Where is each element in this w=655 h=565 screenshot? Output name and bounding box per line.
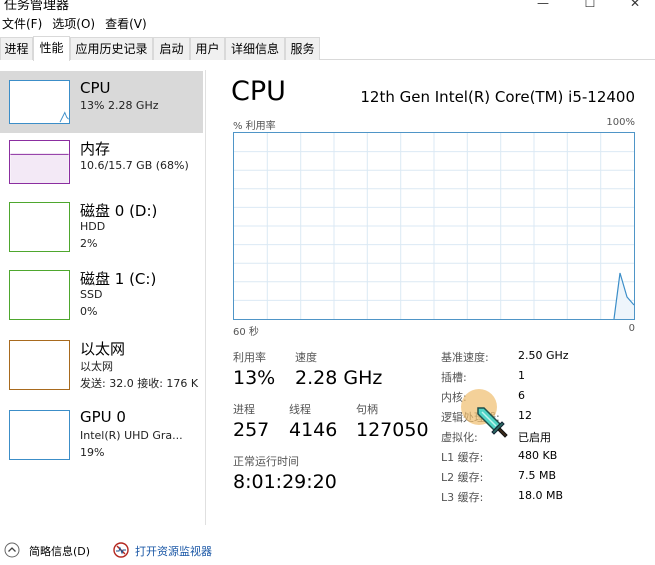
ethernet-thumbnail [9,340,70,390]
menu-options[interactable]: 选项(O) [50,14,99,34]
menu-bar: 文件(F) 选项(O) 查看(V) [0,14,655,34]
base-speed-value: 2.50 GHz [518,349,569,362]
speed-value: 2.28 GHz [295,367,383,389]
sidebar-item-title: 磁盘 0 (D:) [80,202,158,220]
virtualization-label: 虚拟化: [441,431,478,444]
open-resource-monitor-link[interactable]: 打开资源监视器 [135,543,212,559]
processes-label: 进程 [233,403,255,416]
page-title: CPU [231,76,286,107]
minimize-button[interactable]: — [523,0,563,10]
sidebar-item-value: 0% [80,305,98,318]
sidebar-item-type: SSD [80,288,103,301]
tab-services[interactable]: 服务 [285,37,320,60]
sidebar-item-title: GPU 0 [80,408,126,426]
tab-processes[interactable]: 进程 [0,37,33,60]
sidebar-item-value: 发送: 32.0 接收: 176 K [80,377,199,390]
menu-file[interactable]: 文件(F) [0,14,46,34]
l2-cache-label: L2 缓存: [441,471,484,484]
cpu-model-name: 12th Gen Intel(R) Core(TM) i5-12400 [360,88,635,106]
sidebar-item-memory[interactable]: 内存 10.6/15.7 GB (68%) [0,138,203,200]
sidebar-item-value: 10.6/15.7 GB (68%) [80,159,189,172]
tab-users[interactable]: 用户 [190,37,225,60]
base-speed-label: 基准速度: [441,351,489,364]
l3-cache-label: L3 缓存: [441,491,484,504]
utilization-value: 13% [233,367,276,389]
sidebar-item-title: 内存 [80,140,111,158]
gpu-thumbnail [9,410,70,460]
resource-monitor-icon [113,542,129,558]
uptime-value: 8:01:29:20 [233,471,337,493]
graph-time-span: 60 秒 [233,327,259,338]
handles-value: 127050 [356,419,429,441]
sidebar-item-value: 2% [80,237,98,250]
tab-details[interactable]: 详细信息 [225,37,285,60]
sidebar-item-disk-1[interactable]: 磁盘 1 (C:) SSD 0% [0,270,203,332]
memory-thumbnail [9,140,70,184]
speed-label: 速度 [295,351,317,364]
tab-startup[interactable]: 启动 [153,37,190,60]
menu-view[interactable]: 查看(V) [103,14,151,34]
threads-label: 线程 [289,403,311,416]
cpu-thumbnail [9,80,70,124]
sidebar-item-value: 13% 2.28 GHz [80,99,159,112]
tab-performance[interactable]: 性能 [33,36,70,61]
maximize-button[interactable]: ☐ [570,0,610,10]
sidebar-item-adapter: 以太网 [80,360,113,373]
sockets-value: 1 [518,369,525,382]
close-button[interactable]: ✕ [615,0,655,10]
resource-sidebar: CPU 13% 2.28 GHz 内存 10.6/15.7 GB (68%) 磁… [0,70,203,525]
collapse-chevron-icon[interactable] [4,542,20,558]
sidebar-item-disk-0[interactable]: 磁盘 0 (D:) HDD 2% [0,200,203,262]
l3-cache-value: 18.0 MB [518,489,564,502]
utilization-label: 利用率 [233,351,266,364]
l1-cache-value: 480 KB [518,449,558,462]
graph-y-max: 100% [606,117,635,128]
sidebar-item-value: 19% [80,446,105,459]
disk0-thumbnail [9,202,70,252]
sidebar-item-title: 磁盘 1 (C:) [80,270,157,288]
disk1-thumbnail [9,270,70,320]
cpu-detail-panel: CPU 12th Gen Intel(R) Core(TM) i5-12400 … [206,70,655,530]
sidebar-item-gpu[interactable]: GPU 0 Intel(R) UHD Gra... 19% [0,408,203,470]
sidebar-item-cpu[interactable]: CPU 13% 2.28 GHz [0,71,203,133]
sidebar-item-title: 以太网 [80,340,126,358]
handles-label: 句柄 [356,403,378,416]
virtualization-value: 已启用 [518,431,551,444]
graph-y-label: % 利用率 [233,121,276,132]
sockets-label: 插槽: [441,371,467,384]
title-bar: 任务管理器 — ☐ ✕ [0,0,655,14]
sidebar-item-title: CPU [80,79,111,97]
window-title: 任务管理器 [4,0,70,13]
sidebar-item-adapter: Intel(R) UHD Gra... [80,429,183,442]
sidebar-item-type: HDD [80,220,106,233]
graph-time-end: 0 [628,323,635,334]
uptime-label: 正常运行时间 [233,455,299,468]
tab-bar: 进程 性能 应用历史记录 启动 用户 详细信息 服务 [0,36,655,61]
cpu-utilization-graph [233,132,635,320]
l1-cache-label: L1 缓存: [441,451,484,464]
threads-value: 4146 [289,419,338,441]
processes-value: 257 [233,419,270,441]
cores-value: 6 [518,389,525,402]
sword-cursor-icon [477,407,508,438]
fewer-details-link[interactable]: 简略信息(D) [29,543,90,559]
sidebar-item-ethernet[interactable]: 以太网 以太网 发送: 32.0 接收: 176 K [0,340,203,402]
l2-cache-value: 7.5 MB [518,469,557,482]
logical-processors-value: 12 [518,409,532,422]
footer-bar: 简略信息(D) 打开资源监视器 [0,540,655,562]
tab-app-history[interactable]: 应用历史记录 [70,37,153,60]
